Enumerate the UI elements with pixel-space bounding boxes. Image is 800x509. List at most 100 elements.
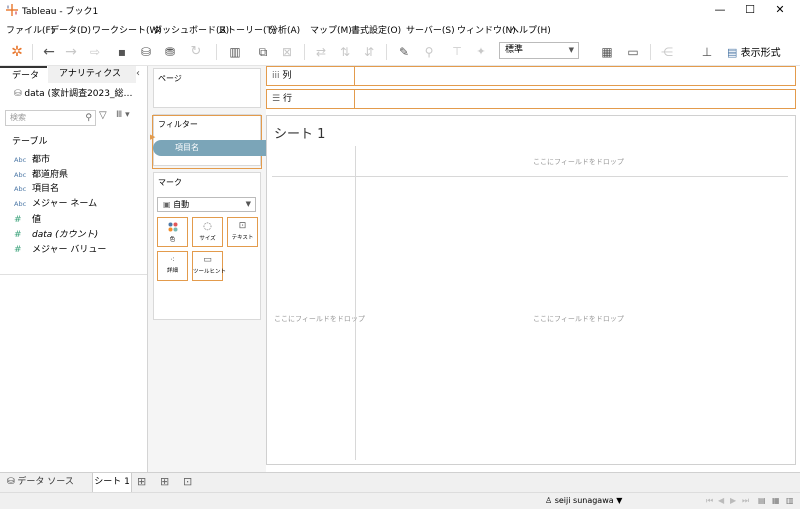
status-bar: ♙ seiji sunagawa ▼ ⏮ ◀ ▶ ⏭ ▤ ▦ ▥	[0, 492, 800, 509]
save-icon[interactable]: ▪	[114, 43, 130, 61]
collapse-pane-icon[interactable]: ‹	[136, 68, 140, 79]
field-item[interactable]: Abc メジャー ネーム	[14, 196, 97, 209]
new-dashboard-icon[interactable]: ⊞	[160, 475, 169, 488]
filmstrip-icon[interactable]: ▤	[758, 496, 766, 505]
color-icon	[168, 222, 177, 232]
redo-icon[interactable]: →	[62, 43, 80, 61]
tableau-home-icon[interactable]: ✲	[8, 43, 26, 61]
show-me-button[interactable]: ▤ 表示形式	[727, 44, 781, 59]
tab-data[interactable]: データ	[0, 66, 47, 83]
color-button[interactable]: 色	[157, 217, 188, 247]
chevron-down-icon: ▼	[245, 200, 251, 208]
highlight-icon[interactable]: ✎	[394, 43, 414, 61]
tab-sheet1[interactable]: シート 1	[92, 473, 132, 492]
field-label: data (カウント)	[32, 230, 99, 240]
labels-icon[interactable]: ⊤	[448, 43, 466, 61]
text-icon: ⊡	[238, 221, 247, 231]
menu-analysis[interactable]: 分析(A)	[269, 23, 300, 36]
pin-icon[interactable]: ✦	[472, 43, 490, 61]
menu-format[interactable]: 書式設定(O)	[351, 23, 401, 36]
new-datasource-icon[interactable]: ⛁	[138, 43, 154, 61]
swap-icon[interactable]: ⇄	[312, 43, 330, 61]
close-button[interactable]: ✕	[765, 0, 795, 20]
field-item[interactable]: # メジャー バリュー	[14, 242, 106, 255]
size-icon: ◌	[203, 221, 212, 232]
sort-ascending-icon[interactable]: ⇅	[336, 43, 354, 61]
mark-type-value: 自動	[173, 200, 190, 209]
first-sheet-icon[interactable]: ⏮	[706, 496, 713, 506]
field-item[interactable]: Abc 都道府県	[14, 167, 68, 180]
tab-datasource[interactable]: ⛁ データ ソース	[0, 473, 88, 492]
tooltip-button[interactable]: ▭ ツールヒント	[192, 251, 226, 281]
view-options-icon[interactable]: Ⅲ ▾	[116, 110, 130, 120]
user-name: seiji sunagawa	[554, 496, 614, 505]
drop-zone-body[interactable]: ここにフィールドをドロップ	[533, 314, 624, 324]
tableau-logo-icon	[6, 4, 18, 16]
last-sheet-icon[interactable]: ⏭	[742, 496, 749, 506]
new-worksheet-icon[interactable]: ▥	[224, 43, 246, 61]
prev-sheet-icon[interactable]: ◀	[718, 496, 724, 505]
group-icon[interactable]: ⚲	[420, 43, 438, 61]
show-cards-icon[interactable]: ▦	[596, 43, 618, 61]
mark-type-select[interactable]: ▣ 自動 ▼	[157, 197, 256, 212]
drop-zone-rows[interactable]: ここにフィールドをドロップ	[274, 314, 365, 324]
clear-sheet-icon[interactable]: ⊠	[278, 43, 296, 61]
menu-story[interactable]: ストーリー(T)	[218, 23, 276, 36]
menu-window[interactable]: ウィンドウ(N)	[457, 23, 516, 36]
sort-descending-icon[interactable]: ⇵	[360, 43, 378, 61]
fit-select[interactable]: 標準 ▼	[499, 42, 579, 59]
filter-icon[interactable]: ▽	[99, 110, 107, 121]
database-icon: ⛁	[7, 477, 15, 487]
database-icon: ⛁	[14, 89, 22, 99]
menu-map[interactable]: マップ(M)	[310, 23, 352, 36]
columns-shelf[interactable]: iii 列	[266, 66, 796, 86]
size-button[interactable]: ◌ サイズ	[192, 217, 223, 247]
user-menu[interactable]: ♙ seiji sunagawa ▼	[545, 496, 622, 505]
field-item[interactable]: # data (カウント)	[14, 227, 98, 240]
menu-help[interactable]: ヘルプ(H)	[510, 23, 551, 36]
detail-button[interactable]: ⁖ 詳細	[157, 251, 188, 281]
rows-shelf[interactable]: ☰ 行	[266, 89, 796, 109]
menu-worksheet[interactable]: ワークシート(W)	[92, 23, 162, 36]
number-type-icon: #	[14, 230, 22, 240]
undo-icon[interactable]: ←	[40, 43, 58, 61]
toolbar-separator	[304, 44, 305, 60]
fit-select-value: 標準	[505, 45, 524, 55]
chevron-down-icon: ▼	[568, 46, 574, 54]
pause-updates-icon[interactable]: ⛃	[162, 43, 178, 61]
refresh-icon[interactable]: ↻	[186, 43, 206, 61]
field-item[interactable]: Abc 項目名	[14, 181, 59, 194]
menu-server[interactable]: サーバー(S)	[406, 23, 455, 36]
next-sheet-icon[interactable]: ▶	[730, 496, 736, 505]
field-item[interactable]: # 値	[14, 212, 41, 225]
field-label: メジャー バリュー	[32, 245, 107, 255]
field-item[interactable]: Abc 都市	[14, 152, 50, 165]
maximize-button[interactable]: ☐	[735, 0, 765, 20]
view-canvas[interactable]	[266, 115, 796, 465]
pages-shelf[interactable]: ページ	[153, 68, 261, 108]
tab-analytics[interactable]: アナリティクス	[48, 66, 136, 83]
tabs-view-icon[interactable]: ▥	[786, 496, 794, 505]
tooltip-bubble-icon: ▭	[203, 255, 212, 265]
share-icon[interactable]: ⋲	[658, 43, 676, 61]
chevron-down-icon: ▼	[616, 496, 623, 505]
grid-sorter-icon[interactable]: ▦	[772, 496, 780, 505]
columns-label: iii 列	[267, 67, 355, 85]
mark-type-icon: ▣	[163, 200, 171, 209]
text-button[interactable]: ⊡ テキスト	[227, 217, 258, 247]
new-story-icon[interactable]: ⊡	[183, 475, 192, 488]
new-worksheet-icon[interactable]: ⊞	[137, 475, 146, 488]
drop-zone-columns[interactable]: ここにフィールドをドロップ	[533, 157, 624, 167]
replay-icon[interactable]: ⇨	[86, 43, 104, 61]
sheet-title[interactable]: シート 1	[274, 123, 325, 142]
menu-file[interactable]: ファイル(F)	[6, 23, 54, 36]
duplicate-sheet-icon[interactable]: ⧉	[254, 43, 272, 61]
string-type-icon: Abc	[14, 171, 27, 179]
tooltip-icon[interactable]: ⊥	[698, 43, 716, 61]
minimize-button[interactable]: —	[705, 0, 735, 20]
search-input[interactable]: 検索 ⚲	[5, 110, 96, 126]
presentation-mode-icon[interactable]: ▭	[624, 43, 642, 61]
menu-data[interactable]: データ(D)	[50, 23, 91, 36]
datasource-item[interactable]: ⛁ data (家計調査2023_総…	[14, 86, 132, 99]
rows-icon: ☰	[272, 94, 281, 104]
